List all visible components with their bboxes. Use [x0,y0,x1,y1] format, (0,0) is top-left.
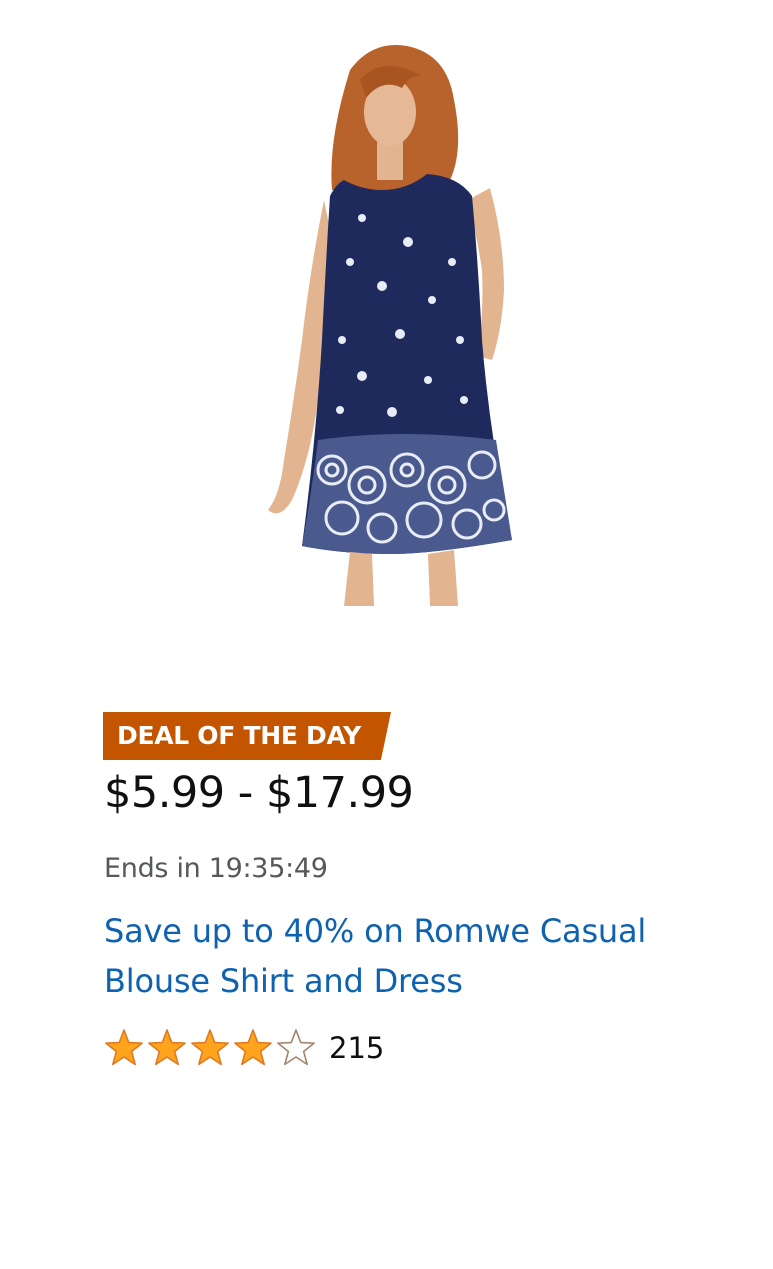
price-range: $5.99 - $17.99 [104,768,414,818]
product-image[interactable] [232,40,532,606]
star-filled-icon [191,1029,229,1066]
deal-card: DEAL OF THE DAY $5.99 - $17.99 Ends in 1… [0,0,773,1269]
star-filled-icon [148,1029,186,1066]
deal-title-link[interactable]: Save up to 40% on Romwe Casual Blouse Sh… [104,906,704,1006]
rating[interactable]: 215 [104,1026,384,1070]
star-filled-icon [234,1029,272,1066]
star-rating [104,1028,319,1068]
review-count: 215 [329,1031,385,1065]
star-empty-icon [277,1029,315,1066]
deal-countdown: Ends in 19:35:49 [104,853,328,884]
star-filled-icon [105,1029,143,1066]
deal-of-the-day-badge: DEAL OF THE DAY [103,712,391,760]
